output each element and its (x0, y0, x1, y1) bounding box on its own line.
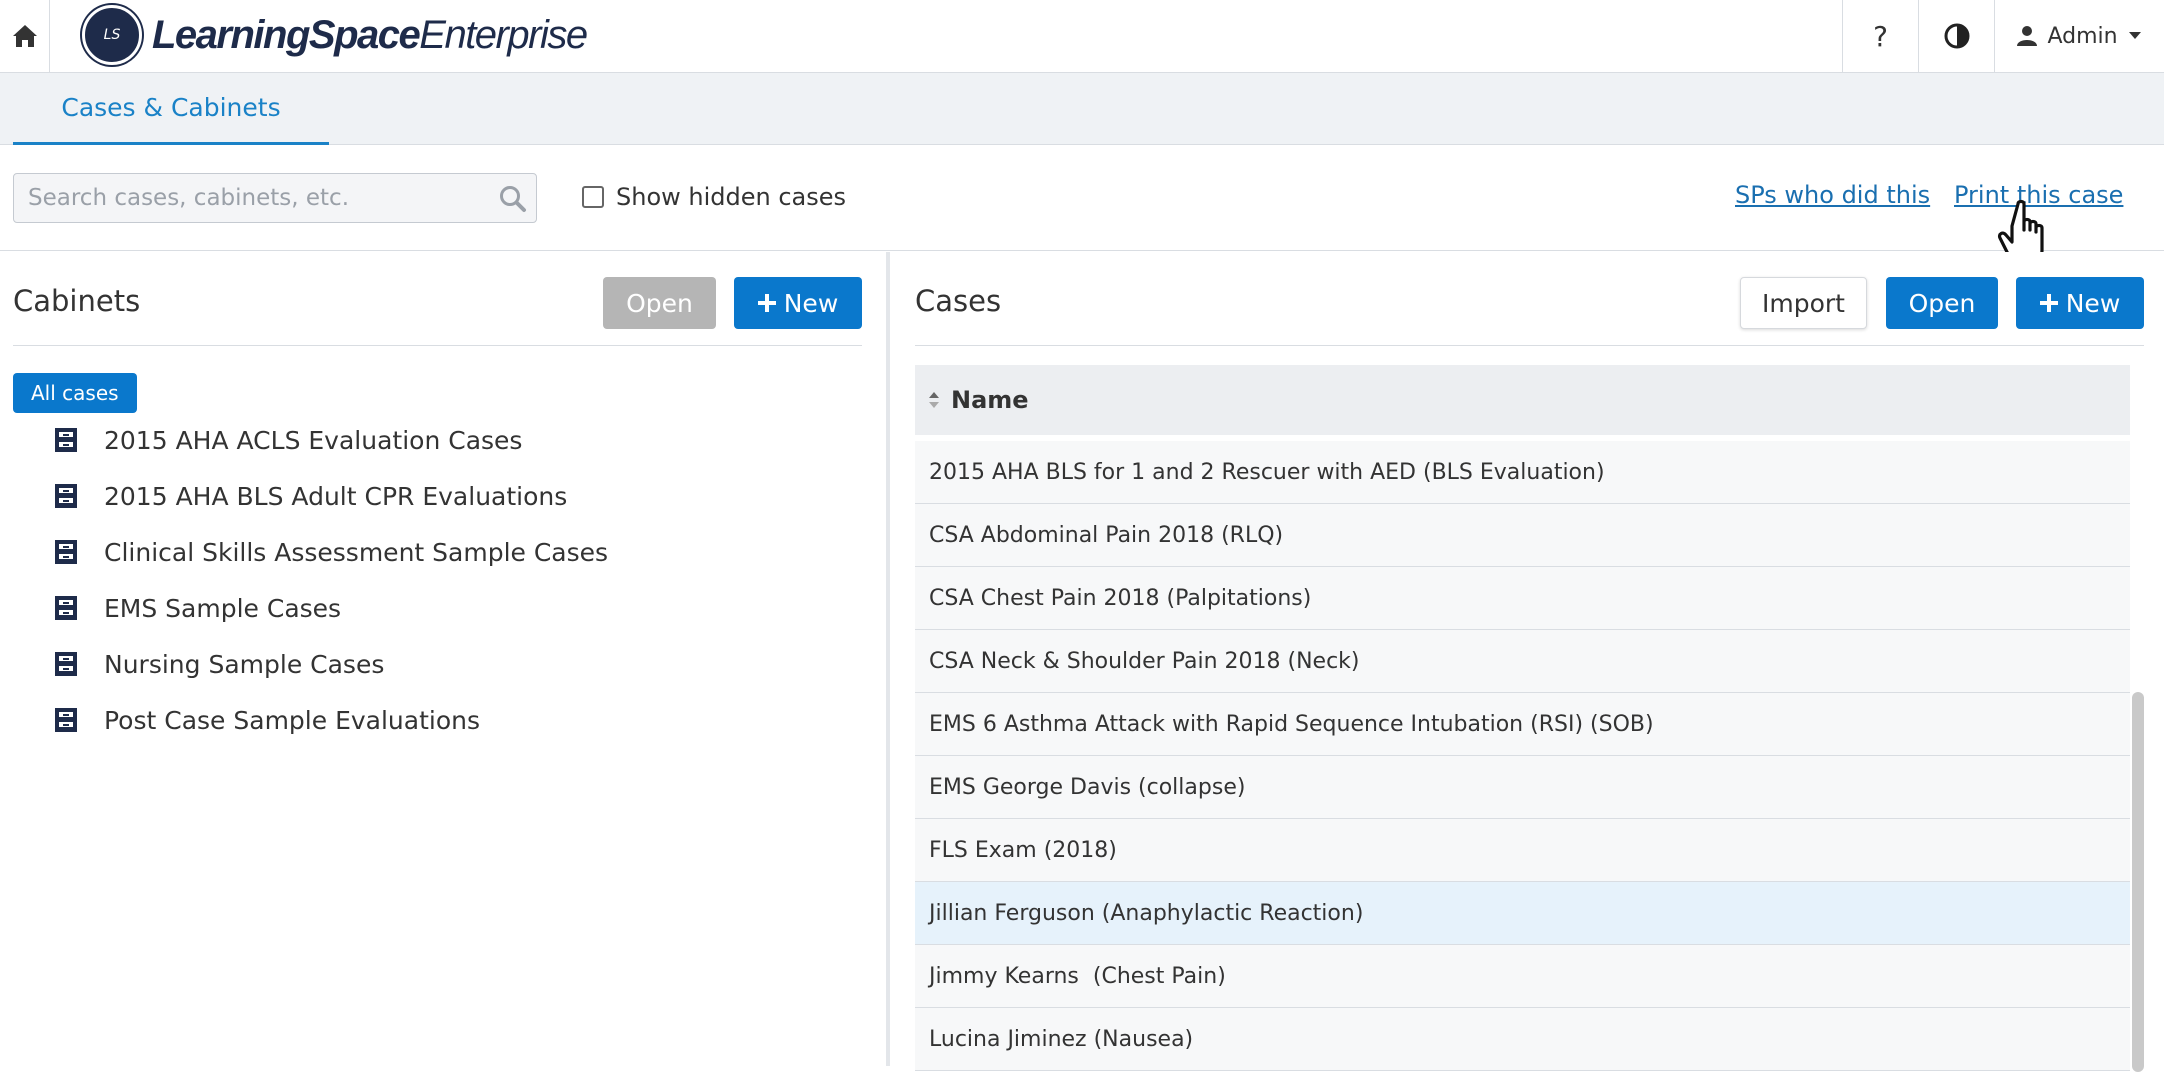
cabinet-item-label: Post Case Sample Evaluations (104, 705, 481, 735)
help-icon: ? (1873, 19, 1888, 53)
table-row[interactable]: FLS Exam (2018) (915, 819, 2130, 882)
logo-wordmark: LearningSpaceEnterprise (152, 12, 588, 58)
cases-title: Cases (915, 284, 1002, 318)
new-case-label: New (2065, 288, 2121, 318)
cabinet-item[interactable]: EMS Sample Cases (54, 580, 608, 636)
cabinet-item-label: EMS Sample Cases (104, 593, 342, 623)
cabinet-icon (55, 708, 77, 732)
cabinet-list: 2015 AHA ACLS Evaluation Cases 2015 AHA … (54, 412, 608, 748)
table-row[interactable]: CSA Neck & Shoulder Pain 2018 (Neck) (915, 630, 2130, 693)
table-row[interactable]: CSA Chest Pain 2018 (Palpitations) (915, 567, 2130, 630)
show-hidden-label: Show hidden cases (616, 183, 847, 211)
cabinet-item-label: 2015 AHA ACLS Evaluation Cases (104, 425, 523, 455)
table-row[interactable]: Jillian Ferguson (Anaphylactic Reaction) (915, 882, 2130, 945)
logo-wordmark-light: Enterprise (419, 12, 588, 57)
app-logo[interactable]: LS LearningSpaceEnterprise (82, 2, 588, 68)
home-button[interactable] (0, 0, 50, 72)
help-button[interactable]: ? (1842, 0, 1918, 72)
all-cases-button[interactable]: All cases (13, 373, 137, 413)
contrast-toggle-button[interactable] (1918, 0, 1994, 72)
tab-strip: Cases & Cabinets (0, 73, 2164, 145)
cases-divider (915, 345, 2144, 346)
cabinet-icon (55, 596, 77, 620)
cases-panel: Cases Import Open New Name 2015 AHA BLS … (890, 252, 2164, 1072)
cabinets-title: Cabinets (13, 284, 141, 318)
show-hidden-checkbox[interactable] (582, 186, 604, 208)
open-cabinet-label: Open (626, 288, 693, 318)
open-case-label: Open (1908, 288, 1976, 318)
sps-who-did-this-link[interactable]: SPs who did this (1735, 181, 1930, 209)
top-right-controls: ? Admin (1842, 0, 2164, 72)
cabinets-panel: Cabinets Open New All cases 2015 AHA ACL… (0, 252, 886, 1066)
cabinet-item[interactable]: 2015 AHA BLS Adult CPR Evaluations (54, 468, 608, 524)
import-case-label: Import (1762, 288, 1845, 318)
user-name: Admin (2047, 23, 2118, 49)
cabinet-icon (55, 428, 77, 452)
top-bar: LS LearningSpaceEnterprise ? Admin (0, 0, 2164, 73)
table-row[interactable]: 2015 AHA BLS for 1 and 2 Rescuer with AE… (915, 441, 2130, 504)
cabinet-icon (55, 484, 77, 508)
cabinet-icon (55, 652, 77, 676)
table-row[interactable]: EMS George Davis (collapse) (915, 756, 2130, 819)
cases-table-body: 2015 AHA BLS for 1 and 2 Rescuer with AE… (915, 441, 2130, 1071)
cabinet-item-label: Nursing Sample Cases (104, 649, 385, 679)
plus-icon (2039, 294, 2058, 312)
user-icon (2017, 26, 2038, 46)
logo-wordmark-bold: LearningSpace (152, 12, 421, 57)
cabinet-item-label: 2015 AHA BLS Adult CPR Evaluations (104, 481, 568, 511)
cabinets-divider (13, 345, 862, 346)
search-box (13, 173, 537, 223)
cabinet-icon (55, 540, 77, 564)
contrast-icon (1944, 23, 1969, 49)
toolbar: Show hidden cases SPs who did this Print… (0, 145, 2164, 251)
table-row[interactable]: Lucina Jiminez (Nausea) (915, 1008, 2130, 1071)
open-case-button[interactable]: Open (1886, 277, 1998, 329)
search-icon[interactable] (498, 184, 528, 214)
logo-badge: LS (82, 5, 142, 65)
table-row[interactable]: Jimmy Kearns (Chest Pain) (915, 945, 2130, 1008)
cases-scrollbar[interactable] (2132, 692, 2144, 1072)
table-row[interactable]: CSA Abdominal Pain 2018 (RLQ) (915, 504, 2130, 567)
new-cabinet-label: New (783, 288, 839, 318)
new-cabinet-button[interactable]: New (734, 277, 862, 329)
cabinet-item[interactable]: Clinical Skills Assessment Sample Cases (54, 524, 608, 580)
open-cabinet-button[interactable]: Open (603, 277, 716, 329)
home-icon (12, 25, 37, 47)
cabinet-item[interactable]: Nursing Sample Cases (54, 636, 608, 692)
user-menu[interactable]: Admin (1994, 0, 2164, 72)
tab-cases-cabinets[interactable]: Cases & Cabinets (13, 73, 329, 145)
cases-table-header: Name (915, 365, 2130, 435)
chevron-down-icon (2128, 32, 2141, 39)
cabinet-item-label: Clinical Skills Assessment Sample Cases (104, 537, 609, 567)
cabinet-item[interactable]: Post Case Sample Evaluations (54, 692, 608, 748)
import-case-button[interactable]: Import (1740, 277, 1867, 329)
plus-icon (757, 294, 776, 312)
new-case-button[interactable]: New (2016, 277, 2144, 329)
show-hidden-cases-toggle[interactable]: Show hidden cases (582, 183, 846, 211)
cabinet-item[interactable]: 2015 AHA ACLS Evaluation Cases (54, 412, 608, 468)
table-row[interactable]: EMS 6 Asthma Attack with Rapid Sequence … (915, 693, 2130, 756)
sort-icon[interactable] (927, 390, 941, 410)
column-header-name[interactable]: Name (951, 386, 1029, 414)
search-input[interactable] (14, 174, 484, 222)
